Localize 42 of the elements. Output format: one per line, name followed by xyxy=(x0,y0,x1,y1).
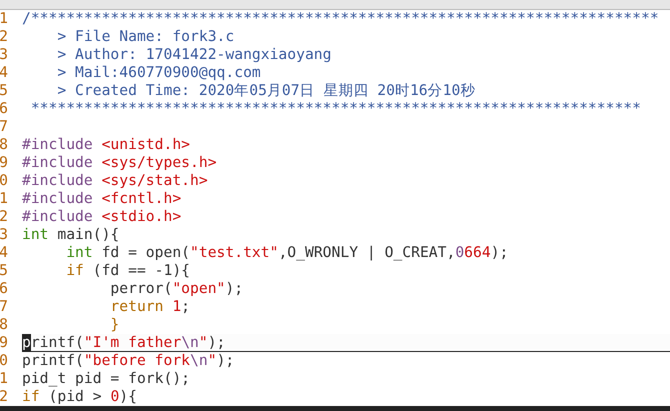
line-number: 7 xyxy=(0,298,8,316)
code-line: #include <fcntl.h> xyxy=(22,190,182,208)
code-line: int fd = open("test.txt",O_WRONLY | O_CREAT,0664); xyxy=(65,244,510,262)
line-number: 6 xyxy=(0,100,8,118)
line-number: 8 xyxy=(0,136,8,154)
code-line: if (pid > 0){ xyxy=(22,388,138,406)
line-number: 3 xyxy=(0,226,8,244)
line-number: 9 xyxy=(0,154,8,172)
code-line: if (fd == -1){ xyxy=(65,262,192,280)
code-line: > Author: 17041422-wangxiaoyang xyxy=(56,46,332,64)
code-line: /*********************************************************************** xyxy=(22,10,660,28)
code-line: #include <sys/stat.h> xyxy=(22,172,209,190)
line-number: 6 xyxy=(0,280,8,298)
line-number: 4 xyxy=(0,64,8,82)
code-line: printf("before fork\n"); xyxy=(22,352,236,370)
code-line: } xyxy=(109,316,120,334)
line-number: 2 xyxy=(0,388,8,406)
line-number: 2 xyxy=(0,28,8,46)
line-number: 4 xyxy=(0,244,8,262)
code-line: perror("open"); xyxy=(109,280,244,298)
line-number: 7 xyxy=(0,118,8,136)
line-number: 0 xyxy=(0,172,8,190)
code-line: > Mail:460770900@qq.com xyxy=(56,64,262,82)
line-number: 1 xyxy=(0,10,8,28)
code-line: #include <stdio.h> xyxy=(22,208,182,226)
code-line: > File Name: fork3.c xyxy=(56,28,236,46)
code-line: #include <unistd.h> xyxy=(22,136,192,154)
code-line: return 1; xyxy=(109,298,192,316)
line-number: 5 xyxy=(0,82,8,100)
line-number: 1 xyxy=(0,370,8,388)
code-line: ********************************************************************* xyxy=(30,100,642,118)
code-line: int main(){ xyxy=(22,226,120,244)
line-number: 8 xyxy=(0,316,8,334)
code-line: > Created Time: 2020年05月07日 星期四 20时16分10秒 xyxy=(56,82,476,100)
line-number: 0 xyxy=(0,352,8,370)
code-line: #include <sys/types.h> xyxy=(22,154,218,172)
line-number: 9 xyxy=(0,334,8,352)
line-number: 1 xyxy=(0,190,8,208)
line-number: 5 xyxy=(0,262,8,280)
line-number: 3 xyxy=(0,46,8,64)
code-line: pid_t pid = fork(); xyxy=(22,370,192,388)
line-number: 2 xyxy=(0,208,8,226)
